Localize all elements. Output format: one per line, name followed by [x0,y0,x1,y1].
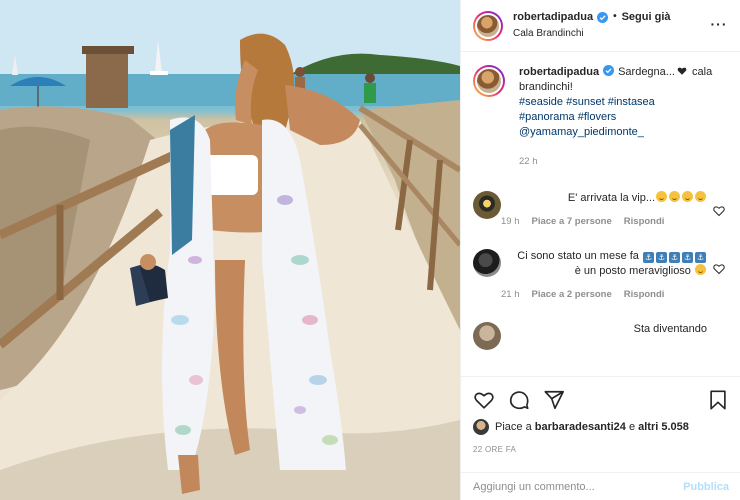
verified-icon [603,65,615,76]
comment-text-content: E' arrivata la vip... [567,192,655,204]
heart-icon[interactable] [473,389,495,411]
liker-avatar[interactable] [473,419,489,435]
comment-item: E' arrivata la vip... 19 h Piace a 7 per… [473,191,729,227]
caption-text: Sardegna... [618,66,675,78]
commenter-avatar[interactable] [473,249,501,277]
anchor-emoji-icon: ⚓ [682,252,693,263]
separator-dot: • [613,11,617,22]
comment-like-heart-icon[interactable] [713,263,725,275]
post-age[interactable]: 22 ORE FA [461,445,740,454]
comment-text: Sta diventando [633,323,707,335]
hashtag-link[interactable]: #sunset [566,96,605,108]
caption-time[interactable]: 22 h [519,154,729,169]
comment-likes[interactable]: Piace a 2 persone [532,289,612,300]
publish-button[interactable]: Pubblica [683,481,729,493]
author-username[interactable]: robertadipadua [513,10,593,24]
likes-prefix: Piace a [495,421,532,433]
comment-text: Ci sono stato un mese fa ⚓ ⚓ ⚓ ⚓ ⚓ è un post… [517,249,707,279]
laughing-emoji-icon [669,191,680,202]
more-icon[interactable]: ··· [710,17,728,33]
comment-time[interactable]: 21 h [501,289,520,300]
action-icons-row [461,377,740,417]
comment-like-heart-icon[interactable] [713,205,725,217]
comment-text-after: è un posto meraviglioso [574,265,691,277]
comment-time[interactable]: 19 h [501,216,520,227]
post-location[interactable]: Cala Brandinchi [513,27,710,41]
share-icon[interactable] [543,389,565,411]
anchor-emoji-icon: ⚓ [656,252,667,263]
verified-icon [597,11,609,23]
likes-middle: e [628,421,636,433]
anchor-emoji-icon: ⚓ [643,252,654,263]
post-caption: robertadipadua Sardegna... cala brandinc… [473,65,729,169]
comment-input[interactable] [473,480,684,493]
laughing-emoji-icon [695,191,706,202]
anchor-emoji-icon: ⚓ [669,252,680,263]
hashtag-link[interactable]: #flovers [578,111,617,123]
comment-text-before: Ci sono stato un mese fa [517,250,639,262]
laughing-emoji-icon [656,191,667,202]
comment-meta: 19 h Piace a 7 persone Rispondi [501,216,707,227]
hashtag-link[interactable]: #panorama [519,111,575,123]
caption-username[interactable]: robertadipadua [519,66,599,78]
add-comment-bar: Pubblica [461,472,740,500]
comment-icon[interactable] [508,389,530,411]
author-avatar[interactable] [473,10,503,41]
bookmark-icon[interactable] [707,389,729,411]
comment-text: E' arrivata la vip... [517,191,707,206]
comment-item: Sta diventando [473,322,729,350]
caption-body: robertadipadua Sardegna... cala brandinc… [519,65,729,169]
comment-likes[interactable]: Piace a 7 persone [532,216,612,227]
beach-photo-illustration [0,0,460,500]
comments-list: robertadipadua Sardegna... cala brandinc… [461,53,740,376]
likes-others-link[interactable]: altri 5.058 [638,421,689,433]
hashtag-link[interactable]: #instasea [608,96,655,108]
likes-user-link[interactable]: barbaradesanti24 [535,421,626,433]
laughing-emoji-icon [682,191,693,202]
instagram-post: robertadipadua • Segui già Cala Brandinc… [0,0,740,500]
post-header: robertadipadua • Segui già Cala Brandinc… [461,0,740,52]
caption-avatar[interactable] [473,65,505,97]
likes-summary: Piace a barbaradesanti24 e altri 5.058 [461,419,740,435]
reply-button[interactable]: Rispondi [624,216,665,227]
blowing-kiss-emoji-icon [695,264,706,275]
black-heart-icon [677,67,687,75]
post-actions: Piace a barbaradesanti24 e altri 5.058 2… [461,376,740,500]
mention-link[interactable]: @yamamay_piedimonte_ [519,126,644,138]
commenter-avatar[interactable] [473,191,501,219]
post-photo[interactable] [0,0,460,500]
reply-button[interactable]: Rispondi [624,289,665,300]
author-info: robertadipadua • Segui già Cala Brandinc… [513,10,710,41]
commenter-avatar[interactable] [473,322,501,350]
post-side-panel: robertadipadua • Segui già Cala Brandinc… [460,0,740,500]
comment-meta: 21 h Piace a 2 persone Rispondi [501,289,707,300]
comment-item: Ci sono stato un mese fa ⚓ ⚓ ⚓ ⚓ ⚓ è un post… [473,249,729,300]
hashtag-link[interactable]: #seaside [519,96,563,108]
anchor-emoji-icon: ⚓ [695,252,706,263]
follow-button[interactable]: Segui già [622,10,671,24]
